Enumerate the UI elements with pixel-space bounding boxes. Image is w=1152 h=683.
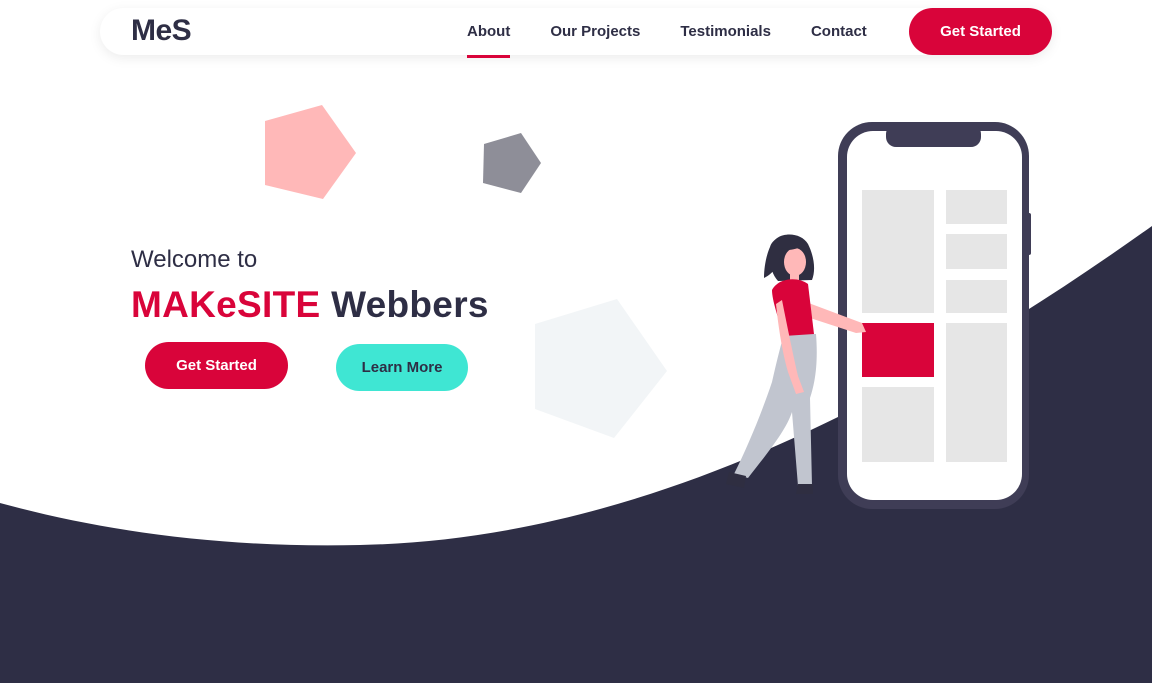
nav-link-our-projects[interactable]: Our Projects: [550, 8, 640, 55]
hero-headline-rest: Webbers: [331, 284, 489, 325]
phone-illustration: [838, 122, 1031, 509]
nav-link-contact[interactable]: Contact: [811, 8, 867, 55]
hero-illustration: [726, 122, 1031, 509]
hero-headline-brand: MAKeSITE: [131, 284, 321, 325]
site-logo[interactable]: MeS: [131, 14, 192, 48]
hero-headline: MAKeSITE Webbers: [131, 284, 489, 326]
nav-links: About Our Projects Testimonials Contact: [467, 8, 907, 58]
hero-learn-more-button[interactable]: Learn More: [336, 344, 468, 391]
hero-welcome-text: Welcome to: [131, 246, 258, 273]
nav-link-testimonials[interactable]: Testimonials: [680, 8, 771, 55]
nav-link-about[interactable]: About: [467, 8, 511, 58]
hero-get-started-button[interactable]: Get Started: [145, 342, 288, 389]
top-navbar: MeS About Our Projects Testimonials Cont…: [100, 8, 1052, 58]
nav-get-started-button[interactable]: Get Started: [909, 8, 1052, 55]
